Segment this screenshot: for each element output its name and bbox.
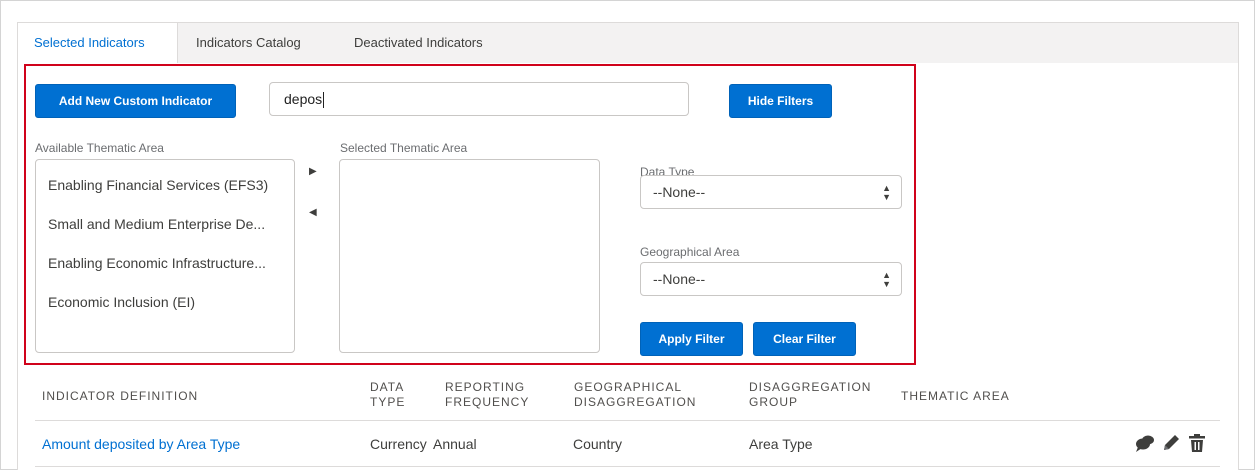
tab-deactivated-indicators[interactable]: Deactivated Indicators bbox=[338, 23, 523, 65]
list-item[interactable]: Enabling Financial Services (EFS3) bbox=[48, 177, 268, 193]
clear-filter-button[interactable]: Clear Filter bbox=[753, 322, 856, 356]
list-item[interactable]: Enabling Economic Infrastructure... bbox=[48, 255, 266, 271]
row-divider bbox=[35, 466, 1220, 467]
tab-bar: Selected Indicators Indicators Catalog D… bbox=[17, 22, 1239, 66]
updown-chevron-icon: ▲ ▼ bbox=[882, 183, 891, 202]
search-value: depos bbox=[284, 91, 323, 107]
chat-icon[interactable] bbox=[1134, 432, 1156, 454]
geographical-area-label: Geographical Area bbox=[640, 245, 740, 259]
apply-filter-button[interactable]: Apply Filter bbox=[640, 322, 743, 356]
updown-chevron-icon: ▲ ▼ bbox=[882, 270, 891, 289]
available-thematic-area-label: Available Thematic Area bbox=[35, 141, 164, 155]
search-input[interactable]: depos bbox=[269, 82, 689, 116]
data-type-cell: Currency bbox=[370, 436, 427, 452]
column-header-indicator-definition[interactable]: INDICATOR DEFINITION bbox=[42, 389, 198, 404]
disaggregation-group-cell: Area Type bbox=[749, 436, 813, 452]
row-divider bbox=[35, 420, 1220, 421]
add-custom-indicator-button[interactable]: Add New Custom Indicator bbox=[35, 84, 236, 118]
selected-thematic-area-list[interactable] bbox=[339, 159, 600, 353]
list-item[interactable]: Economic Inclusion (EI) bbox=[48, 294, 195, 310]
geographical-area-select[interactable]: --None-- ▲ ▼ bbox=[640, 262, 902, 296]
data-type-value: --None-- bbox=[653, 184, 706, 200]
tab-indicators-catalog[interactable]: Indicators Catalog bbox=[180, 23, 338, 65]
column-header-data-type[interactable]: DATA TYPE bbox=[370, 380, 405, 410]
column-header-thematic-area[interactable]: THEMATIC AREA bbox=[901, 389, 1010, 404]
delete-trash-icon[interactable] bbox=[1186, 432, 1208, 454]
move-right-arrow-icon[interactable]: ▶ bbox=[309, 166, 317, 177]
column-header-geographical-disaggregation[interactable]: GEOGRAPHICAL DISAGGREGATION bbox=[574, 380, 696, 410]
available-thematic-area-list[interactable]: Enabling Financial Services (EFS3) Small… bbox=[35, 159, 295, 353]
geographical-area-value: --None-- bbox=[653, 271, 706, 287]
text-cursor bbox=[323, 92, 325, 109]
list-item[interactable]: Small and Medium Enterprise De... bbox=[48, 216, 265, 232]
data-type-select[interactable]: --None-- ▲ ▼ bbox=[640, 175, 902, 209]
edit-pencil-icon[interactable] bbox=[1160, 432, 1182, 454]
column-header-reporting-frequency[interactable]: REPORTING FREQUENCY bbox=[445, 380, 529, 410]
reporting-frequency-cell: Annual bbox=[433, 436, 477, 452]
tab-selected-indicators[interactable]: Selected Indicators bbox=[18, 23, 178, 66]
column-header-disaggregation-group[interactable]: DISAGGREGATION GROUP bbox=[749, 380, 871, 410]
move-left-arrow-icon[interactable]: ◀ bbox=[309, 207, 317, 218]
indicator-definition-link[interactable]: Amount deposited by Area Type bbox=[42, 436, 240, 452]
selected-thematic-area-label: Selected Thematic Area bbox=[340, 141, 468, 155]
geographical-disaggregation-cell: Country bbox=[573, 436, 623, 452]
hide-filters-button[interactable]: Hide Filters bbox=[729, 84, 832, 118]
